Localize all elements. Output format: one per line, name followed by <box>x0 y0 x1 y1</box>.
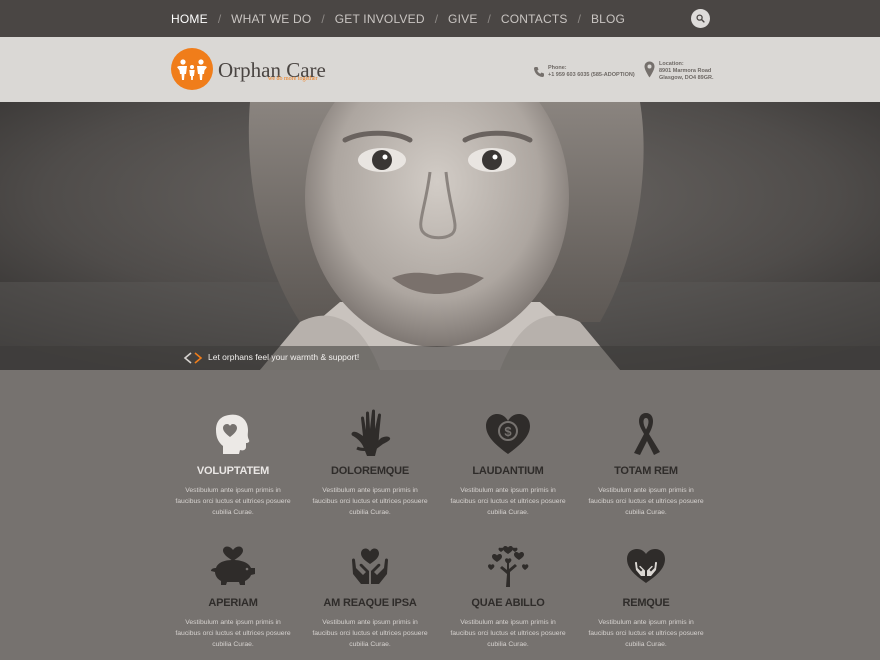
heart-hands-icon <box>627 549 665 583</box>
nav-menu: HOME / WHAT WE DO / GET INVOLVED / GIVE … <box>171 0 625 37</box>
location-info: Location: 8901 Marmora Road Glasgow, DO4… <box>644 61 714 82</box>
nav-item-give[interactable]: GIVE <box>448 12 477 26</box>
heart-coin-icon: $ <box>486 414 530 454</box>
logo-tagline: we do more together <box>268 76 318 82</box>
phone-info: Phone: +1 959 603 6035 (585-ADOPTION) <box>533 65 635 79</box>
feature-card[interactable]: TOTAM REM Vestibulum ante ipsum primis i… <box>576 408 716 518</box>
feature-title[interactable]: DOLOREMQUE <box>300 465 440 477</box>
phone-number[interactable]: +1 959 603 6035 (585-ADOPTION) <box>548 72 635 78</box>
feature-text: Vestibulum ante ipsum primis in faucibus… <box>588 619 704 648</box>
feature-card[interactable]: $ LAUDANTIUM Vestibulum ante ipsum primi… <box>438 408 578 518</box>
feature-title[interactable]: QUAE ABILLO <box>438 597 578 609</box>
phone-icon <box>534 67 544 77</box>
phone-label: Phone: <box>548 65 567 71</box>
slider-caption: Let orphans feel your warmth & support! <box>208 352 360 362</box>
feature-title[interactable]: AM REAQUE IPSA <box>300 597 440 609</box>
slider-arrows-icon[interactable] <box>183 352 203 364</box>
features-section: VOLUPTATEM Vestibulum ante ipsum primis … <box>0 370 880 660</box>
nav-separator: / <box>434 11 439 26</box>
feature-title[interactable]: LAUDANTIUM <box>438 465 578 477</box>
nav-item-contacts[interactable]: CONTACTS <box>501 12 568 26</box>
heart-tree-icon <box>488 546 529 587</box>
feature-card[interactable]: REMQUE Vestibulum ante ipsum primis in f… <box>576 540 716 650</box>
location-label: Location: <box>659 61 684 67</box>
site-header: Orphan Care we do more together Phone: +… <box>0 37 880 102</box>
head-heart-icon <box>216 414 250 454</box>
location-line-1: 8901 Marmora Road <box>659 68 712 74</box>
feature-card[interactable]: AM REAQUE IPSA Vestibulum ante ipsum pri… <box>300 540 440 650</box>
feature-text: Vestibulum ante ipsum primis in faucibus… <box>175 487 291 516</box>
feature-title[interactable]: REMQUE <box>576 597 716 609</box>
feature-title[interactable]: TOTAM REM <box>576 465 716 477</box>
feature-card[interactable]: DOLOREMQUE Vestibulum ante ipsum primis … <box>300 408 440 518</box>
nav-separator: / <box>321 11 325 26</box>
feature-card[interactable]: APERIAM Vestibulum ante ipsum primis in … <box>163 540 303 650</box>
feature-text: Vestibulum ante ipsum primis in faucibus… <box>450 487 566 516</box>
feature-text: Vestibulum ante ipsum primis in faucibus… <box>312 487 428 516</box>
hands-icon <box>351 409 391 456</box>
feature-text: Vestibulum ante ipsum primis in faucibus… <box>175 619 291 648</box>
hero-photo <box>0 102 880 370</box>
search-button[interactable] <box>691 9 710 28</box>
family-logo-icon <box>177 59 207 80</box>
top-navigation: HOME / WHAT WE DO / GET INVOLVED / GIVE … <box>0 0 880 37</box>
feature-text: Vestibulum ante ipsum primis in faucibus… <box>588 487 704 516</box>
logo-mark[interactable] <box>171 48 213 90</box>
nav-separator: / <box>487 11 491 26</box>
slider-caption-bar: Let orphans feel your warmth & support! <box>0 346 880 370</box>
nav-item-blog[interactable]: BLOG <box>591 12 625 26</box>
svg-text:$: $ <box>504 424 512 439</box>
search-icon <box>696 14 705 23</box>
nav-item-what-we-do[interactable]: WHAT WE DO <box>231 12 311 26</box>
location-line-2: Glasgow, DO4 89GR. <box>659 75 714 81</box>
feature-title[interactable]: VOLUPTATEM <box>163 465 303 477</box>
feature-text: Vestibulum ante ipsum primis in faucibus… <box>312 619 428 648</box>
feature-title[interactable]: APERIAM <box>163 597 303 609</box>
nav-item-get-involved[interactable]: GET INVOLVED <box>335 12 425 26</box>
hands-heart-icon <box>352 548 388 584</box>
nav-separator: / <box>577 11 581 26</box>
feature-text: Vestibulum ante ipsum primis in faucibus… <box>450 619 566 648</box>
feature-card[interactable]: VOLUPTATEM Vestibulum ante ipsum primis … <box>163 408 303 518</box>
location-pin-icon <box>644 61 655 78</box>
piggy-bank-icon <box>211 546 255 585</box>
nav-item-home[interactable]: HOME <box>171 12 208 26</box>
ribbon-icon <box>634 413 660 455</box>
feature-card[interactable]: QUAE ABILLO Vestibulum ante ipsum primis… <box>438 540 578 650</box>
nav-separator: / <box>217 11 222 26</box>
hero-slider: Let orphans feel your warmth & support! <box>0 102 880 370</box>
